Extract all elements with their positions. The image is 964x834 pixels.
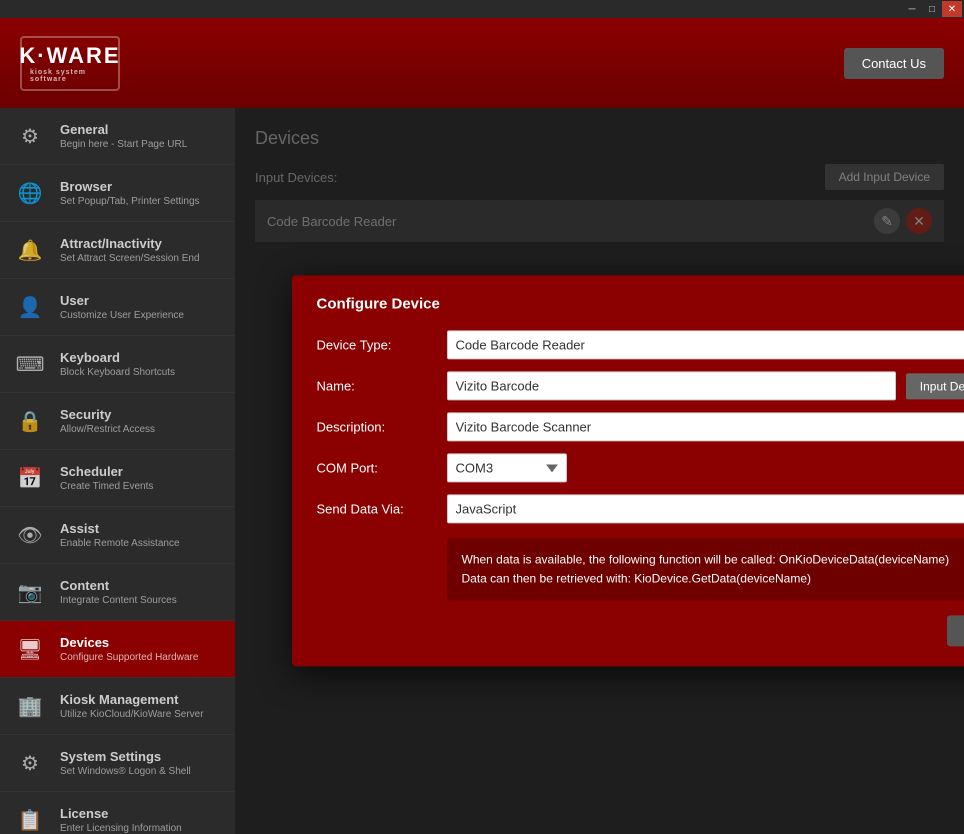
attract-icon: 🔔 bbox=[12, 232, 48, 268]
sidebar-user-title: User bbox=[60, 293, 184, 308]
sidebar-user-subtitle: Customize User Experience bbox=[60, 310, 184, 321]
com-port-row: COM Port: COM1 COM2 COM3 COM4 bbox=[317, 453, 964, 482]
logo-area: K·WARE kiosk system software bbox=[20, 36, 120, 91]
keyboard-icon: ⌨ bbox=[12, 346, 48, 382]
send-data-row: Send Data Via: JavaScript Event Both bbox=[317, 494, 964, 523]
modal-info-line1: When data is available, the following fu… bbox=[462, 550, 964, 569]
contact-button[interactable]: Contact Us bbox=[844, 48, 944, 79]
configure-device-modal: Configure Device Device Type: Code Barco… bbox=[292, 275, 964, 666]
security-icon: 🔒 bbox=[12, 403, 48, 439]
logo-text: K·WARE bbox=[19, 43, 120, 69]
sidebar-item-assist[interactable]: 👁 Assist Enable Remote Assistance bbox=[0, 507, 235, 564]
device-type-select[interactable]: Code Barcode Reader Magnetic Stripe Read… bbox=[447, 330, 964, 359]
sidebar-kiosk-mgmt-subtitle: Utilize KioCloud/KioWare Server bbox=[60, 709, 204, 720]
com-port-select[interactable]: COM1 COM2 COM3 COM4 bbox=[447, 453, 567, 482]
sidebar-system-subtitle: Set Windows® Logon & Shell bbox=[60, 766, 191, 777]
sidebar-general-title: General bbox=[60, 122, 187, 137]
logo-subtitle: kiosk system software bbox=[30, 69, 110, 83]
modal-info: When data is available, the following fu… bbox=[447, 538, 964, 600]
sidebar-content-subtitle: Integrate Content Sources bbox=[60, 595, 177, 606]
minimize-button[interactable]: ─ bbox=[902, 1, 922, 17]
sidebar-item-license[interactable]: 📋 License Enter Licensing Information bbox=[0, 792, 235, 834]
sidebar-item-general[interactable]: ⚙ General Begin here - Start Page URL bbox=[0, 108, 235, 165]
scheduler-icon: 📅 bbox=[12, 460, 48, 496]
sidebar-browser-subtitle: Set Popup/Tab, Printer Settings bbox=[60, 196, 200, 207]
sidebar-devices-title: Devices bbox=[60, 635, 198, 650]
device-type-label: Device Type: bbox=[317, 337, 447, 352]
sidebar-scheduler-title: Scheduler bbox=[60, 464, 153, 479]
sidebar-item-devices[interactable]: 🖥 Devices Configure Supported Hardware bbox=[0, 621, 235, 678]
sidebar: ⚙ General Begin here - Start Page URL 🌐 … bbox=[0, 108, 235, 834]
sidebar-security-subtitle: Allow/Restrict Access bbox=[60, 424, 155, 435]
acl-button[interactable]: Input Device ACL... bbox=[906, 373, 964, 399]
sidebar-keyboard-subtitle: Block Keyboard Shortcuts bbox=[60, 367, 175, 378]
sidebar-item-user[interactable]: 👤 User Customize User Experience bbox=[0, 279, 235, 336]
send-data-select[interactable]: JavaScript Event Both bbox=[447, 494, 964, 523]
assist-icon: 👁 bbox=[12, 517, 48, 553]
sidebar-browser-title: Browser bbox=[60, 179, 200, 194]
sidebar-item-kiosk-mgmt[interactable]: 🏢 Kiosk Management Utilize KioCloud/KioW… bbox=[0, 678, 235, 735]
sidebar-system-title: System Settings bbox=[60, 749, 191, 764]
description-input[interactable] bbox=[447, 412, 964, 441]
device-type-row: Device Type: Code Barcode Reader Magneti… bbox=[317, 330, 964, 359]
sidebar-general-subtitle: Begin here - Start Page URL bbox=[60, 139, 187, 150]
general-icon: ⚙ bbox=[12, 118, 48, 154]
sidebar-assist-title: Assist bbox=[60, 521, 180, 536]
sidebar-scheduler-subtitle: Create Timed Events bbox=[60, 481, 153, 492]
close-button[interactable]: ✕ bbox=[942, 1, 962, 17]
sidebar-security-title: Security bbox=[60, 407, 155, 422]
sidebar-item-scheduler[interactable]: 📅 Scheduler Create Timed Events bbox=[0, 450, 235, 507]
close-modal-button[interactable]: Close bbox=[947, 616, 964, 647]
sidebar-license-subtitle: Enter Licensing Information bbox=[60, 823, 182, 834]
name-input[interactable] bbox=[447, 371, 896, 400]
sidebar-keyboard-title: Keyboard bbox=[60, 350, 175, 365]
send-data-label: Send Data Via: bbox=[317, 501, 447, 516]
title-bar: ─ □ ✕ bbox=[0, 0, 964, 18]
user-icon: 👤 bbox=[12, 289, 48, 325]
kiosk-mgmt-icon: 🏢 bbox=[12, 688, 48, 724]
browser-icon: 🌐 bbox=[12, 175, 48, 211]
system-icon: ⚙ bbox=[12, 745, 48, 781]
description-row: Description: bbox=[317, 412, 964, 441]
content-icon: 📷 bbox=[12, 574, 48, 610]
name-row: Name: Input Device ACL... bbox=[317, 371, 964, 400]
logo: K·WARE kiosk system software bbox=[20, 36, 120, 91]
sidebar-license-title: License bbox=[60, 806, 182, 821]
sidebar-attract-title: Attract/Inactivity bbox=[60, 236, 200, 251]
sidebar-assist-subtitle: Enable Remote Assistance bbox=[60, 538, 180, 549]
sidebar-item-keyboard[interactable]: ⌨ Keyboard Block Keyboard Shortcuts bbox=[0, 336, 235, 393]
header: K·WARE kiosk system software Contact Us bbox=[0, 18, 964, 108]
modal-footer: Close bbox=[317, 616, 964, 647]
sidebar-item-security[interactable]: 🔒 Security Allow/Restrict Access bbox=[0, 393, 235, 450]
sidebar-attract-subtitle: Set Attract Screen/Session End bbox=[60, 253, 200, 264]
sidebar-item-content[interactable]: 📷 Content Integrate Content Sources bbox=[0, 564, 235, 621]
modal-title: Configure Device bbox=[317, 295, 964, 312]
description-label: Description: bbox=[317, 419, 447, 434]
sidebar-item-browser[interactable]: 🌐 Browser Set Popup/Tab, Printer Setting… bbox=[0, 165, 235, 222]
com-port-label: COM Port: bbox=[317, 460, 447, 475]
devices-icon: 🖥 bbox=[12, 631, 48, 667]
sidebar-kiosk-mgmt-title: Kiosk Management bbox=[60, 692, 204, 707]
main-content: Devices Input Devices: Add Input Device … bbox=[235, 108, 964, 834]
name-label: Name: bbox=[317, 378, 447, 393]
sidebar-content-title: Content bbox=[60, 578, 177, 593]
sidebar-item-system[interactable]: ⚙ System Settings Set Windows® Logon & S… bbox=[0, 735, 235, 792]
sidebar-item-attract[interactable]: 🔔 Attract/Inactivity Set Attract Screen/… bbox=[0, 222, 235, 279]
license-icon: 📋 bbox=[12, 802, 48, 834]
name-input-group: Input Device ACL... bbox=[447, 371, 964, 400]
app-body: ⚙ General Begin here - Start Page URL 🌐 … bbox=[0, 108, 964, 834]
sidebar-devices-subtitle: Configure Supported Hardware bbox=[60, 652, 198, 663]
maximize-button[interactable]: □ bbox=[922, 1, 942, 17]
modal-info-line2: Data can then be retrieved with: KioDevi… bbox=[462, 570, 964, 589]
